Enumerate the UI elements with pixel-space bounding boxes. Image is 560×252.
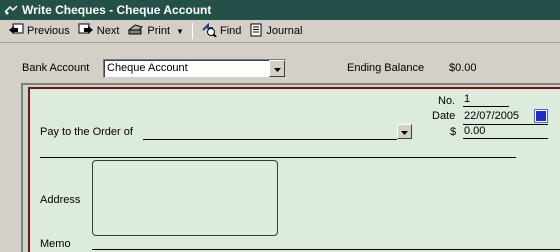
print-button[interactable]: Print ▼ [123,22,188,41]
address-label: Address [40,194,81,206]
next-label: Next [96,25,120,37]
journal-icon [249,23,266,40]
bank-account-select[interactable]: Cheque Account [103,59,286,78]
next-button[interactable]: Next [74,22,124,41]
ending-balance-label: Ending Balance [347,62,425,74]
cheque-number-label: No. [438,95,456,107]
address-field[interactable] [92,160,278,236]
ending-balance-value: $0.00 [449,62,477,74]
toolbar-separator [191,23,193,39]
amount-field[interactable]: 0.00 [463,124,548,139]
payee-dropdown-button[interactable] [397,124,412,139]
date-label: Date [432,110,456,122]
print-label: Print [147,25,171,37]
cheque-divider [40,157,516,158]
find-label: Find [219,25,242,37]
pay-to-field[interactable] [143,124,397,140]
journal-button[interactable]: Journal [245,22,306,41]
dropdown-arrow-icon [273,63,281,75]
previous-label: Previous [27,25,70,37]
account-bar: Bank Account Cheque Account Ending Balan… [0,57,560,81]
window-title: Write Cheques - Cheque Account [22,3,212,17]
cheque-number-value: 1 [464,93,471,105]
previous-button[interactable]: Previous [4,22,74,41]
print-dropdown-arrow-icon[interactable]: ▼ [176,27,184,36]
memo-field[interactable] [92,236,560,250]
window-titlebar: Write Cheques - Cheque Account [0,0,560,20]
find-icon [201,22,220,40]
pay-to-label: Pay to the Order of [40,126,133,138]
bank-account-label: Bank Account [22,62,90,74]
date-value: 22/07/2005 [464,110,520,122]
dropdown-arrow-icon [401,126,408,138]
window-icon [4,4,18,16]
bank-account-dropdown-button[interactable] [269,60,285,77]
toolbar: Previous Next Print ▼ Find Journal [0,20,560,43]
calendar-icon[interactable] [535,110,547,122]
find-button[interactable]: Find [197,22,245,41]
journal-label: Journal [266,25,303,37]
memo-label: Memo [40,238,71,250]
cheque-number-field[interactable]: 1 [463,93,509,107]
print-icon [127,23,147,39]
amount-value: 0.00 [464,125,486,137]
amount-label: $ [450,126,457,138]
previous-icon [8,23,27,39]
next-icon [78,23,97,39]
bank-account-value: Cheque Account [107,62,188,74]
